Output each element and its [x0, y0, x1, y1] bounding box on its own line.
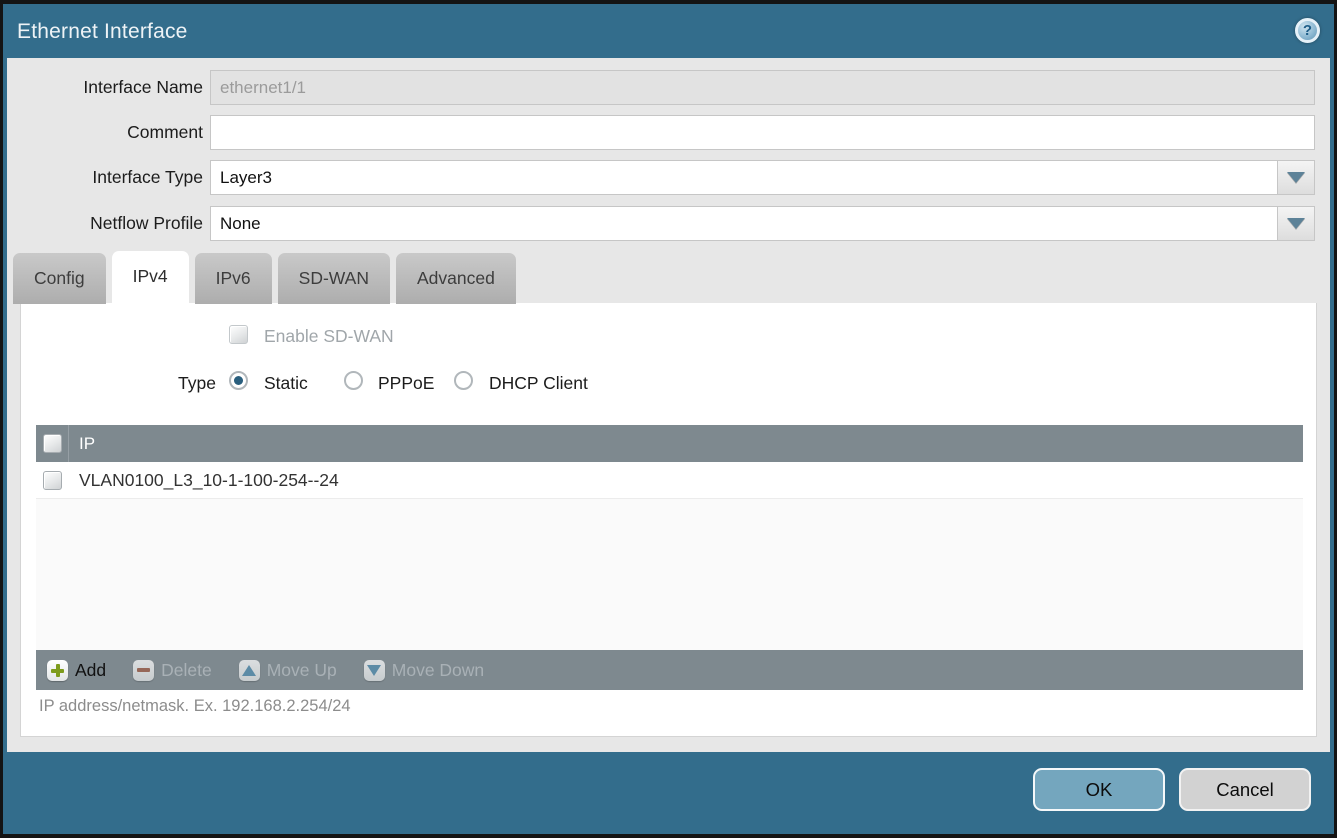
radio-pppoe-label[interactable]: PPPoE	[378, 373, 434, 394]
select-all-checkbox[interactable]	[43, 434, 62, 453]
interface-type-select[interactable]: Layer3	[210, 160, 1315, 195]
radio-pppoe[interactable]	[344, 371, 363, 390]
interface-type-value: Layer3	[211, 161, 1277, 194]
netflow-profile-select[interactable]: None	[210, 206, 1315, 241]
type-label: Type	[81, 373, 216, 394]
interface-name-input	[210, 70, 1315, 105]
tab-sd-wan[interactable]: SD-WAN	[278, 253, 390, 304]
radio-dhcp-client[interactable]	[454, 371, 473, 390]
move-down-button-label: Move Down	[392, 660, 484, 681]
move-up-button: Move Up	[239, 660, 337, 681]
radio-dhcp-client-label[interactable]: DHCP Client	[489, 373, 588, 394]
delete-button-label: Delete	[161, 660, 212, 681]
ip-table-body: VLAN0100_L3_10-1-100-254--24	[36, 462, 1303, 650]
cancel-button[interactable]: Cancel	[1179, 768, 1311, 811]
help-icon[interactable]: ?	[1295, 18, 1320, 43]
add-button[interactable]: Add	[47, 660, 106, 681]
netflow-profile-dropdown-button[interactable]	[1277, 207, 1314, 240]
tab-advanced[interactable]: Advanced	[396, 253, 516, 304]
arrow-up-icon	[239, 660, 260, 681]
enable-sdwan-label: Enable SD-WAN	[264, 326, 394, 347]
question-mark-glyph: ?	[1303, 23, 1312, 38]
ip-table: IP VLAN0100_L3_10-1-100-254--24 Add Dele…	[36, 425, 1303, 690]
comment-input[interactable]	[210, 115, 1315, 150]
chevron-down-icon	[1287, 172, 1305, 183]
netflow-profile-label: Netflow Profile	[10, 206, 203, 241]
ok-button[interactable]: OK	[1033, 768, 1165, 811]
interface-type-dropdown-button[interactable]	[1277, 161, 1314, 194]
comment-label: Comment	[10, 115, 203, 150]
radio-static[interactable]	[229, 371, 248, 390]
tab-ipv4[interactable]: IPv4	[112, 251, 189, 304]
table-toolbar: Add Delete Move Up Move Down	[36, 650, 1303, 690]
tab-config[interactable]: Config	[13, 253, 106, 304]
ip-column-header: IP	[69, 434, 95, 454]
plus-icon	[47, 660, 68, 681]
netflow-profile-value: None	[211, 207, 1277, 240]
ipv4-tab-panel: Enable SD-WAN Type Static PPPoE DHCP Cli…	[20, 303, 1317, 737]
add-button-label: Add	[75, 660, 106, 681]
delete-button: Delete	[133, 660, 212, 681]
minus-icon	[133, 660, 154, 681]
tab-ipv6[interactable]: IPv6	[195, 253, 272, 304]
ip-row-value: VLAN0100_L3_10-1-100-254--24	[69, 470, 339, 491]
arrow-down-icon	[364, 660, 385, 681]
ip-table-header: IP	[36, 425, 1303, 462]
move-up-button-label: Move Up	[267, 660, 337, 681]
ethernet-interface-dialog: Ethernet Interface ? Interface Name Comm…	[0, 0, 1337, 838]
move-down-button: Move Down	[364, 660, 484, 681]
row-checkbox[interactable]	[43, 471, 62, 490]
interface-name-label: Interface Name	[10, 70, 203, 105]
chevron-down-icon	[1287, 218, 1305, 229]
radio-static-label[interactable]: Static	[264, 373, 308, 394]
tab-bar: Config IPv4 IPv6 SD-WAN Advanced	[13, 252, 516, 304]
enable-sdwan-checkbox	[229, 325, 248, 344]
ip-format-hint: IP address/netmask. Ex. 192.168.2.254/24	[39, 697, 351, 716]
interface-type-label: Interface Type	[10, 160, 203, 195]
table-row[interactable]: VLAN0100_L3_10-1-100-254--24	[36, 462, 1303, 499]
dialog-title: Ethernet Interface	[17, 20, 188, 44]
